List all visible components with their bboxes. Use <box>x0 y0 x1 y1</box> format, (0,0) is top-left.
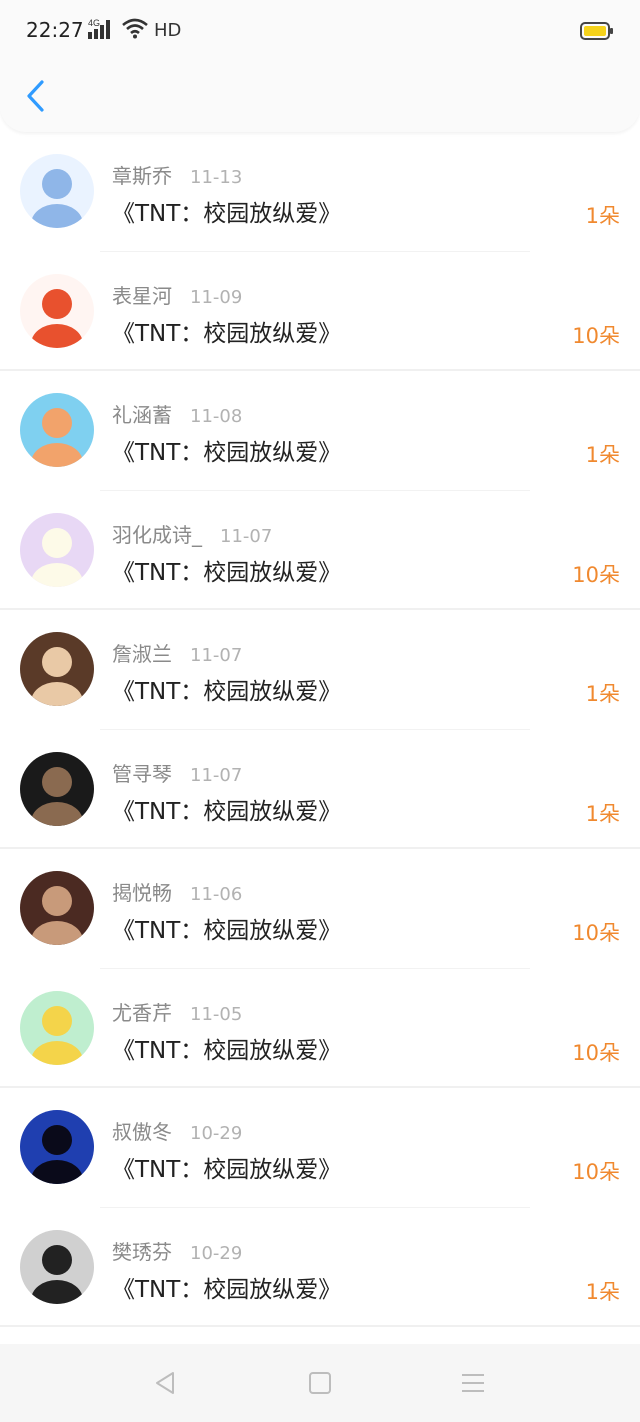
item-date: 10-29 <box>190 1242 243 1264</box>
gift-amount: 1朵 <box>585 682 620 706</box>
list-item[interactable]: 羽化成诗_ 11-07 《TNT：校园放纵爱》 10朵 <box>0 491 640 610</box>
system-nav-bar <box>0 1344 640 1422</box>
item-date: 11-13 <box>190 167 243 188</box>
book-title[interactable]: 《TNT：校园放纵爱》 <box>112 1270 341 1304</box>
chevron-left-icon <box>25 79 47 117</box>
list-item[interactable]: 章斯乔 11-13 《TNT：校园放纵爱》 1朵 <box>0 132 640 252</box>
gift-amount: 10朵 <box>572 1040 620 1065</box>
list-item[interactable]: 叔傲冬 10-29 《TNT：校园放纵爱》 10朵 <box>0 1088 640 1208</box>
user-name[interactable]: 管寻琴 <box>112 758 172 787</box>
status-time: 22:27 <box>26 18 84 42</box>
avatar[interactable] <box>20 273 94 348</box>
avatar[interactable] <box>20 1229 94 1304</box>
square-home-icon <box>305 1372 335 1402</box>
list-item[interactable]: 尤香芹 11-05 《TNT：校园放纵爱》 10朵 <box>0 969 640 1088</box>
item-meta: 叔傲冬 10-29 <box>112 1116 242 1145</box>
item-meta: 樊琇芬 10-29 <box>112 1236 242 1265</box>
user-name[interactable]: 樊琇芬 <box>112 1236 172 1265</box>
item-meta: 詹淑兰 11-07 <box>112 638 242 667</box>
item-meta: 管寻琴 11-07 <box>112 758 242 787</box>
avatar[interactable] <box>20 512 94 587</box>
item-meta: 尤香芹 11-05 <box>112 997 242 1026</box>
book-title[interactable]: 《TNT：校园放纵爱》 <box>112 433 341 467</box>
list-item[interactable]: 管寻琴 11-07 《TNT：校园放纵爱》 1朵 <box>0 730 640 849</box>
header <box>0 64 640 132</box>
book-title[interactable]: 《TNT：校园放纵爱》 <box>112 314 341 348</box>
avatar[interactable] <box>20 1110 94 1184</box>
book-title[interactable]: 《TNT：校园放纵爱》 <box>112 1031 341 1065</box>
gift-list: 章斯乔 11-13 《TNT：校园放纵爱》 1朵 表星河 11-09 《TNT：… <box>0 132 640 1327</box>
nav-back-button[interactable] <box>151 1368 181 1398</box>
user-name[interactable]: 詹淑兰 <box>112 638 172 667</box>
item-meta: 章斯乔 11-13 <box>112 160 242 189</box>
avatar[interactable] <box>20 751 94 826</box>
list-item[interactable]: 樊琇芬 10-29 《TNT：校园放纵爱》 1朵 <box>0 1208 640 1327</box>
gift-amount: 1朵 <box>585 204 620 228</box>
nav-menu-button[interactable] <box>458 1368 488 1398</box>
list-item[interactable]: 揭悦畅 11-06 《TNT：校园放纵爱》 10朵 <box>0 849 640 969</box>
gift-amount: 1朵 <box>585 801 620 826</box>
list-item[interactable]: 詹淑兰 11-07 《TNT：校园放纵爱》 1朵 <box>0 610 640 730</box>
avatar[interactable] <box>20 871 94 945</box>
hd-indicator: HD <box>154 19 182 41</box>
user-name[interactable]: 揭悦畅 <box>112 877 172 906</box>
gift-amount: 1朵 <box>585 443 620 467</box>
item-meta: 表星河 11-09 <box>112 280 242 309</box>
battery-icon <box>580 22 613 40</box>
nav-home-button[interactable] <box>305 1368 335 1398</box>
item-date: 10-29 <box>190 1123 243 1144</box>
triangle-back-icon <box>151 1372 181 1402</box>
avatar[interactable] <box>20 990 94 1065</box>
book-title[interactable]: 《TNT：校园放纵爱》 <box>112 194 341 228</box>
user-name[interactable]: 礼涵蓄 <box>112 399 172 428</box>
item-date: 11-07 <box>190 645 243 666</box>
user-name[interactable]: 叔傲冬 <box>112 1116 172 1145</box>
back-button[interactable] <box>18 78 54 118</box>
gift-amount: 10朵 <box>572 921 620 945</box>
book-title[interactable]: 《TNT：校园放纵爱》 <box>112 1150 341 1184</box>
list-item[interactable]: 礼涵蓄 11-08 《TNT：校园放纵爱》 1朵 <box>0 371 640 491</box>
item-meta: 礼涵蓄 11-08 <box>112 399 242 428</box>
item-date: 11-05 <box>190 1003 243 1025</box>
signal-icon: 4G <box>88 17 116 43</box>
list-item[interactable]: 表星河 11-09 《TNT：校园放纵爱》 10朵 <box>0 252 640 371</box>
gift-amount: 1朵 <box>585 1279 620 1304</box>
user-name[interactable]: 羽化成诗_ <box>112 519 202 548</box>
item-meta: 羽化成诗_ 11-07 <box>112 519 272 548</box>
item-date: 11-06 <box>190 884 243 905</box>
book-title[interactable]: 《TNT：校园放纵爱》 <box>112 792 341 826</box>
item-date: 11-07 <box>190 764 243 786</box>
item-meta: 揭悦畅 11-06 <box>112 877 242 906</box>
menu-lines-icon <box>458 1374 488 1402</box>
status-bar: 22:27 4G HD <box>0 0 640 64</box>
svg-text:4G: 4G <box>88 18 100 28</box>
avatar[interactable] <box>20 632 94 706</box>
item-date: 11-08 <box>190 406 243 427</box>
book-title[interactable]: 《TNT：校园放纵爱》 <box>112 672 341 706</box>
gift-amount: 10朵 <box>572 323 620 348</box>
book-title[interactable]: 《TNT：校园放纵爱》 <box>112 911 341 945</box>
avatar[interactable] <box>20 393 94 467</box>
avatar[interactable] <box>20 154 94 228</box>
user-name[interactable]: 尤香芹 <box>112 997 172 1026</box>
status-icons: 4G HD <box>88 18 181 42</box>
item-date: 11-09 <box>190 286 243 308</box>
wifi-icon <box>122 17 148 43</box>
book-title[interactable]: 《TNT：校园放纵爱》 <box>112 553 341 587</box>
item-date: 11-07 <box>220 525 273 547</box>
row-divider <box>0 1325 640 1327</box>
gift-amount: 10朵 <box>572 1160 620 1184</box>
user-name[interactable]: 表星河 <box>112 280 172 309</box>
gift-amount: 10朵 <box>572 562 620 587</box>
user-name[interactable]: 章斯乔 <box>112 160 172 189</box>
